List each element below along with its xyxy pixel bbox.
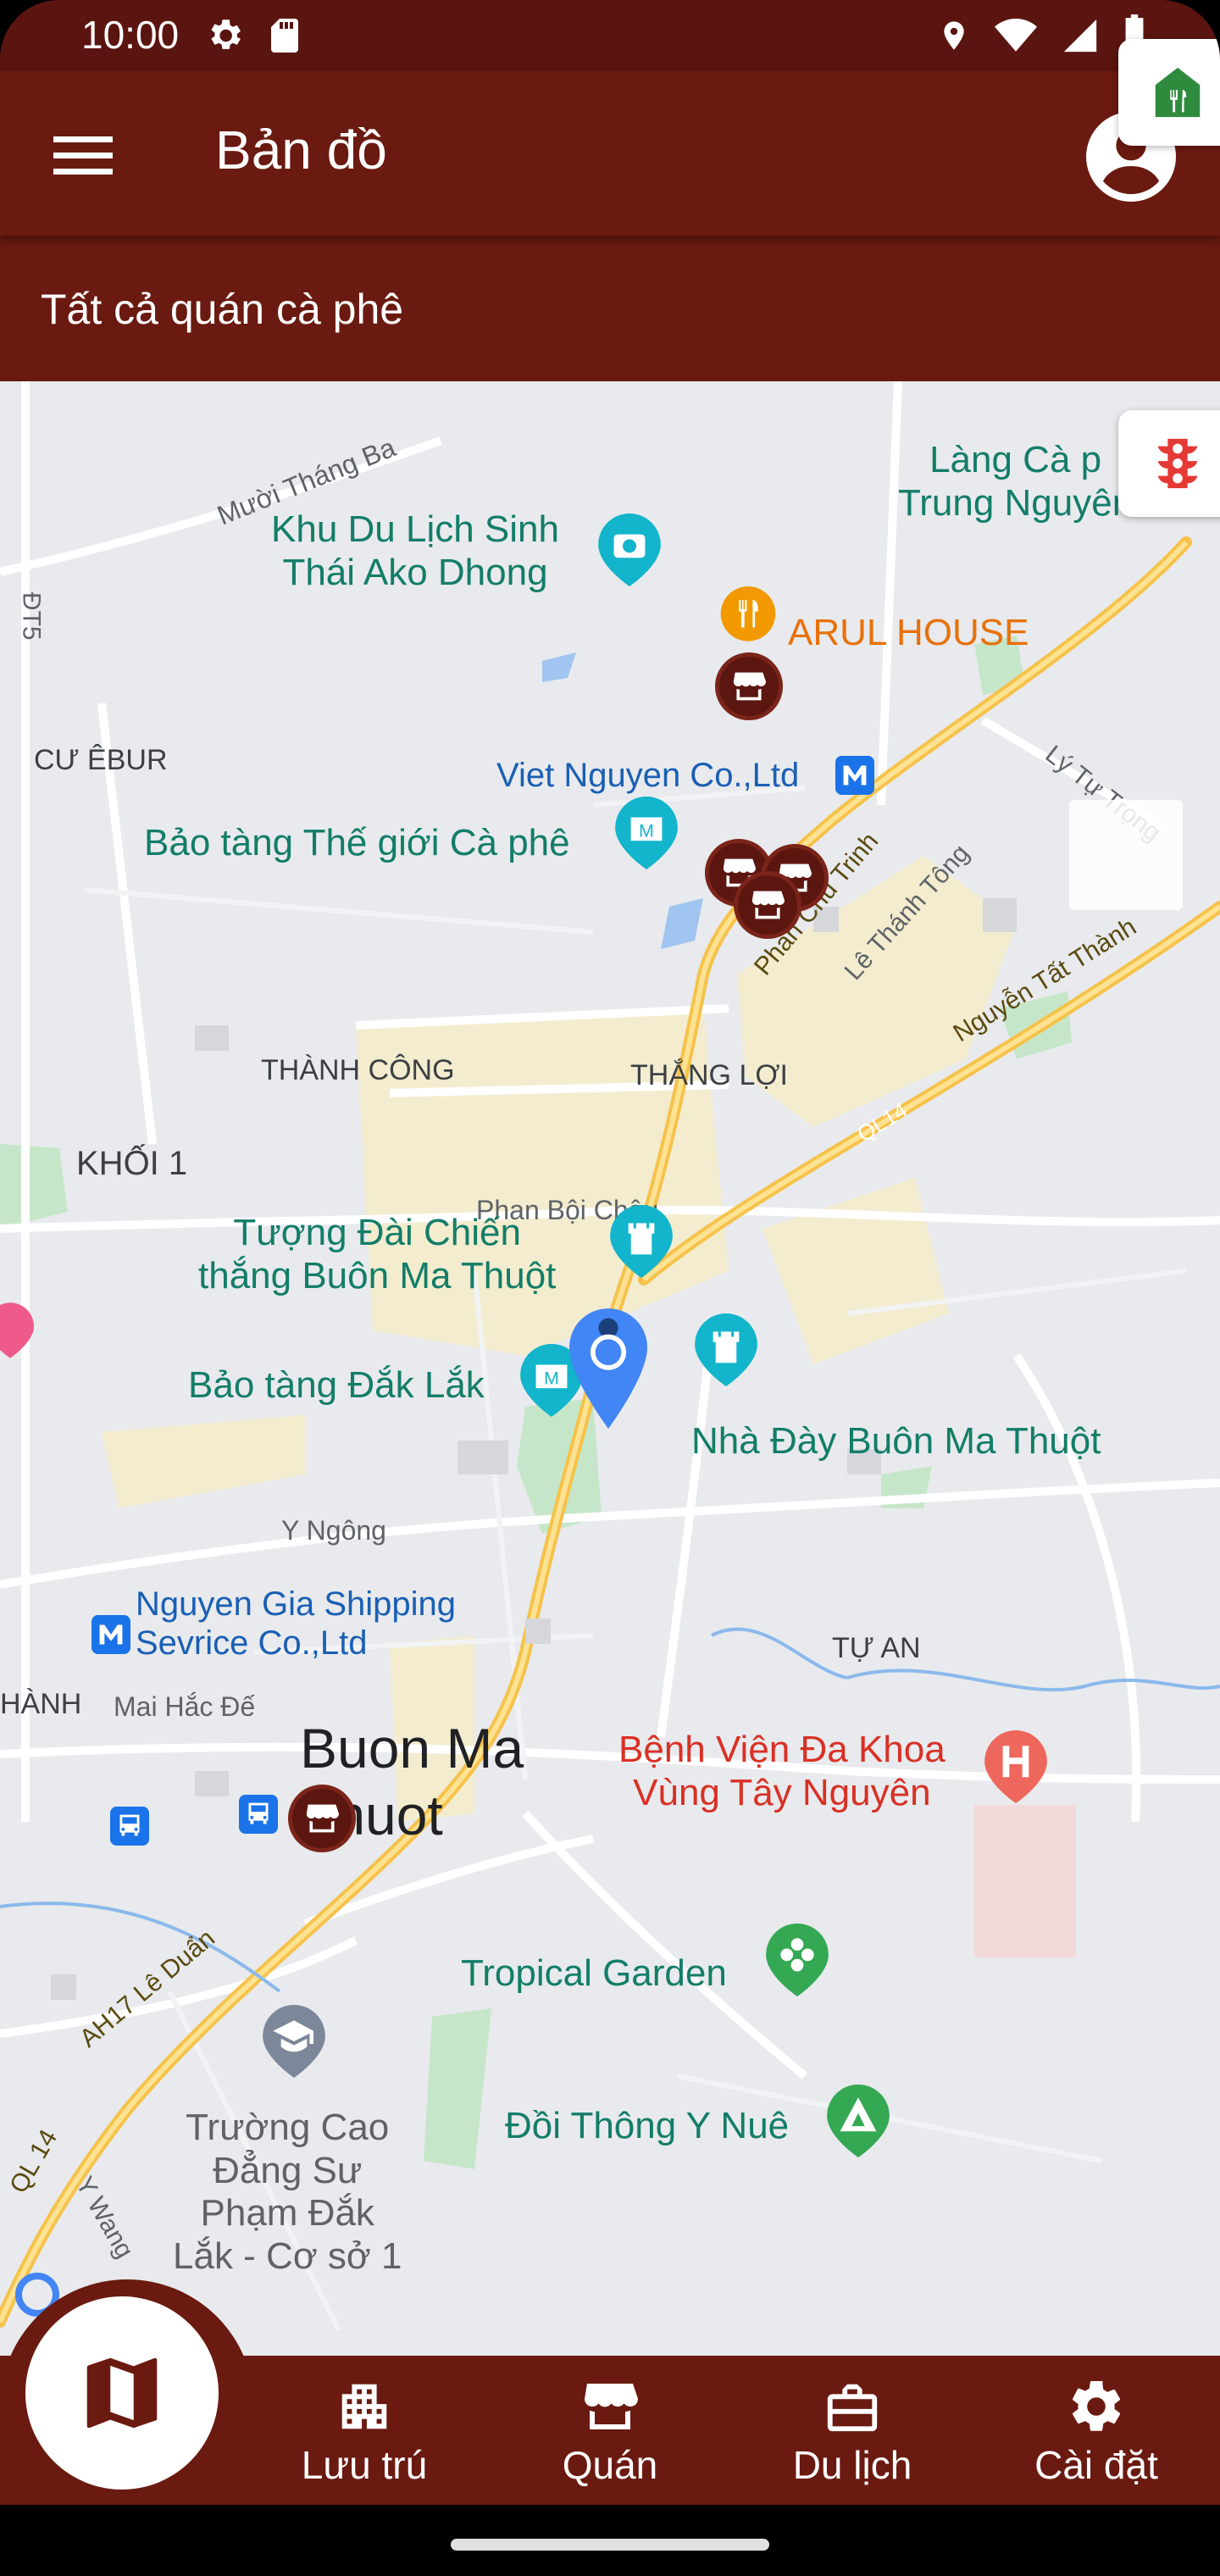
- svg-text:M: M: [544, 1368, 559, 1389]
- nav-map-button[interactable]: [25, 2296, 219, 2490]
- traffic-light-icon: [1157, 438, 1198, 489]
- poi-label[interactable]: Nguyen Gia Shipping Sevrice Co.,Ltd: [136, 1585, 456, 1663]
- metro-icon[interactable]: [92, 1615, 130, 1654]
- storefront-icon: [733, 672, 766, 701]
- camera-pin-icon[interactable]: [598, 514, 661, 586]
- hospital-pin-icon[interactable]: [984, 1730, 1047, 1803]
- area-label: KHỐI 1: [76, 1145, 188, 1182]
- nav-item-luu-tru[interactable]: Lưu trú: [271, 2373, 458, 2491]
- poi-label[interactable]: Trường Cao Đẳng Sư Phạm Đắk Lắk - Cơ sở …: [173, 2107, 402, 2278]
- street-label: Y Ngông: [281, 1515, 386, 1546]
- map-icon: [86, 2357, 158, 2429]
- wifi-icon: [995, 19, 1037, 52]
- area-label: THẮNG LỢI: [630, 1059, 788, 1091]
- poi-label[interactable]: Bệnh Viện Đa Khoa Vùng Tây Nguyên: [618, 1729, 946, 1814]
- nav-label: Quán: [562, 2443, 658, 2487]
- poi-label[interactable]: Nhà Đày Buôn Ma Thuột: [691, 1420, 1101, 1463]
- storefront-icon: [585, 2384, 638, 2429]
- app-bar: Bản đồ: [0, 71, 1220, 236]
- my-location-pin[interactable]: [569, 1308, 647, 1429]
- area-label: THÀNH CÔNG: [261, 1054, 455, 1086]
- area-label: TỰ AN: [832, 1632, 921, 1664]
- sd-card-icon: [271, 19, 298, 53]
- storefront-icon: [751, 891, 785, 919]
- coffee-shop-marker[interactable]: [288, 1785, 356, 1852]
- restaurant-filter-button[interactable]: [1118, 39, 1220, 146]
- settings-icon: [211, 19, 241, 49]
- bus-stop-icon[interactable]: [110, 1807, 149, 1846]
- monument-pin-icon[interactable]: [695, 1313, 757, 1386]
- coffee-shop-marker[interactable]: [734, 871, 801, 939]
- poi-label[interactable]: Đồi Thông Y Nuê: [505, 2105, 789, 2148]
- nav-label: Lưu trú: [301, 2443, 428, 2487]
- museum-pin-icon[interactable]: M: [615, 797, 678, 869]
- traffic-toggle-button[interactable]: [1118, 410, 1220, 517]
- tourist-pin-icon[interactable]: [0, 1296, 34, 1364]
- poi-label[interactable]: Viet Nguyen Co.,Ltd: [496, 756, 799, 795]
- page-title: Bản đồ: [215, 119, 387, 180]
- poi-label[interactable]: Làng Cà p Trung Nguyên: [898, 439, 1133, 525]
- menu-icon: [53, 136, 113, 175]
- nav-item-du-lich[interactable]: Du lịch: [759, 2373, 946, 2491]
- apartment-icon: [341, 2384, 387, 2429]
- gesture-home-bar[interactable]: [451, 2539, 769, 2551]
- area-label: HÀNH: [0, 1688, 82, 1720]
- map-view[interactable]: Mười Tháng Ba ĐT5 Khu Du Lịch Sinh Thái …: [0, 381, 1220, 2356]
- restaurant-icon: [1155, 67, 1201, 118]
- location-icon: [944, 21, 964, 50]
- monument-pin-icon[interactable]: [610, 1205, 673, 1278]
- signal-icon: [1063, 19, 1097, 53]
- street-label: Mai Hắc Đế: [114, 1691, 256, 1722]
- filter-bar: Tất cả quán cà phê: [0, 236, 1220, 381]
- map-label: ĐT5: [17, 591, 46, 641]
- poi-label[interactable]: ARUL HOUSE: [788, 612, 1029, 655]
- school-pin-icon[interactable]: [263, 2005, 325, 2078]
- status-bar: 10:00: [0, 0, 1220, 71]
- nav-item-quan[interactable]: Quán: [517, 2373, 703, 2491]
- nav-label: Du lịch: [792, 2443, 912, 2487]
- coffee-shop-marker[interactable]: [715, 652, 783, 720]
- briefcase-icon: [827, 2384, 878, 2432]
- svg-text:M: M: [639, 821, 654, 841]
- poi-label[interactable]: Tropical Garden: [461, 1952, 727, 1996]
- phone-screen: 10:00 Bản đồ Tất cả quán cà phê Mười Thá…: [0, 0, 1220, 2576]
- storefront-icon: [306, 1804, 339, 1833]
- bus-stop-icon[interactable]: [239, 1795, 278, 1834]
- poi-label[interactable]: Tượng Đài Chiến thắng Buôn Ma Thuột: [198, 1212, 556, 1297]
- poi-label[interactable]: Khu Du Lịch Sinh Thái Ako Dhong: [271, 508, 559, 594]
- gesture-navigation-area: [0, 2505, 1220, 2576]
- nav-label: Cài đặt: [1034, 2443, 1158, 2487]
- status-time: 10:00: [81, 13, 180, 57]
- restaurant-pin-icon[interactable]: [720, 586, 776, 646]
- poi-label[interactable]: Bảo tàng Đắk Lắk: [188, 1364, 485, 1407]
- metro-icon[interactable]: [835, 756, 874, 795]
- my-location-button[interactable]: [1069, 800, 1183, 910]
- nav-item-cai-dat[interactable]: Cài đặt: [1003, 2373, 1190, 2491]
- menu-button[interactable]: [41, 114, 125, 198]
- poi-label[interactable]: Bảo tàng Thế giới Cà phê: [144, 822, 570, 865]
- area-label: CƯ ÊBUR: [34, 744, 168, 776]
- settings-icon: [1073, 2380, 1121, 2431]
- park-pin-icon[interactable]: [827, 2085, 890, 2157]
- filter-label[interactable]: Tất cả quán cà phê: [41, 285, 403, 334]
- garden-pin-icon[interactable]: [766, 1924, 829, 1996]
